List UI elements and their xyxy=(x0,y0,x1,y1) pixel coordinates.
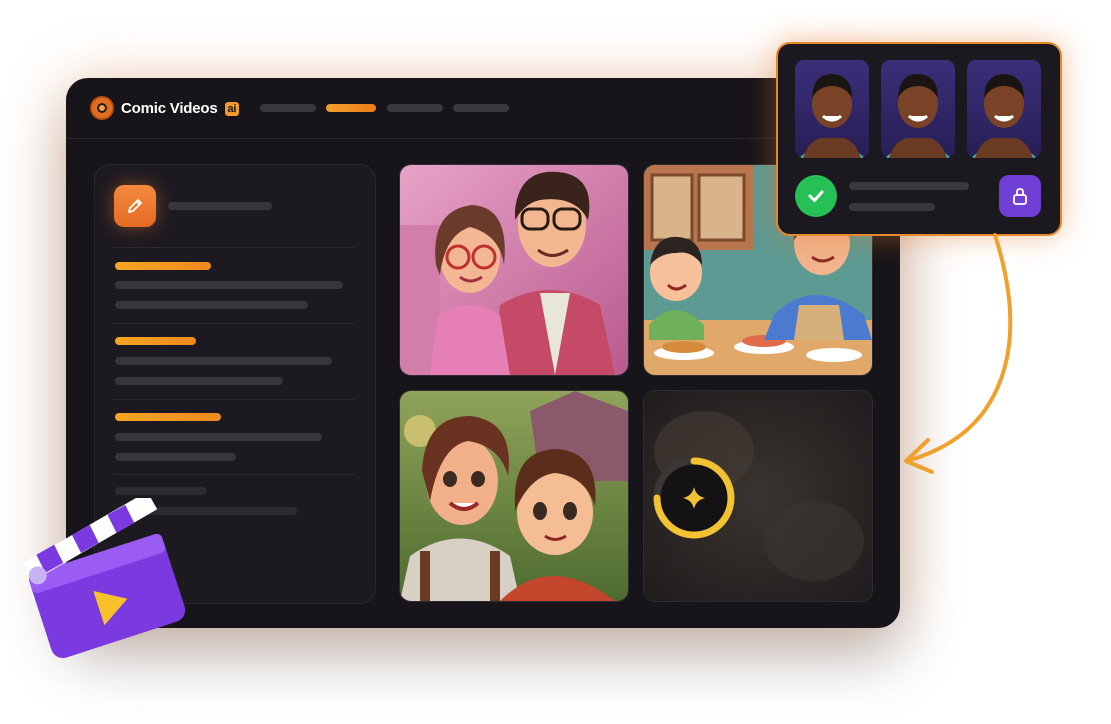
lock-button[interactable] xyxy=(999,175,1041,217)
section-heading-placeholder xyxy=(115,413,221,421)
edit-button[interactable] xyxy=(114,185,156,227)
confirm-button[interactable] xyxy=(795,175,837,217)
text-line-placeholder xyxy=(115,281,343,289)
top-bar: Comic Videos ai xyxy=(66,78,900,139)
pencil-icon xyxy=(128,199,142,213)
text-line-placeholder xyxy=(849,203,935,211)
character-option[interactable] xyxy=(795,60,869,158)
character-option[interactable] xyxy=(881,60,955,158)
section-heading-placeholder xyxy=(115,262,211,270)
brand-name: Comic Videos xyxy=(121,100,218,117)
section-heading-placeholder xyxy=(115,337,196,345)
clapperboard-play-icon xyxy=(23,498,186,659)
character-option[interactable] xyxy=(967,60,1041,158)
divider xyxy=(113,323,355,324)
text-line-placeholder xyxy=(849,182,969,190)
nav-item[interactable] xyxy=(387,104,443,112)
mother-and-son-image[interactable] xyxy=(399,390,629,602)
text-line-placeholder xyxy=(115,453,236,461)
text-line-placeholder xyxy=(115,377,283,385)
title-placeholder xyxy=(168,202,272,210)
text-line-placeholder xyxy=(115,487,207,495)
loading-ring xyxy=(653,457,735,539)
brand-badge: ai xyxy=(224,102,240,116)
nav-item-active[interactable] xyxy=(326,104,376,112)
text-line-placeholder xyxy=(115,357,332,365)
character-selector-card xyxy=(776,42,1062,236)
divider xyxy=(113,399,355,400)
film-reel-icon xyxy=(90,96,114,120)
nav-item[interactable] xyxy=(260,104,316,112)
app-window: Comic Videos ai xyxy=(66,78,900,628)
brand-logo[interactable]: Comic Videos ai xyxy=(121,100,240,117)
text-line-placeholder xyxy=(115,301,308,309)
lock-icon xyxy=(1013,188,1027,205)
couple-with-glasses-image[interactable] xyxy=(399,164,629,376)
divider xyxy=(113,474,355,475)
checkmark-icon xyxy=(808,190,824,202)
curved-arrow xyxy=(904,233,1013,474)
text-line-placeholder xyxy=(115,433,322,441)
divider xyxy=(113,247,355,248)
nav-item[interactable] xyxy=(453,104,509,112)
